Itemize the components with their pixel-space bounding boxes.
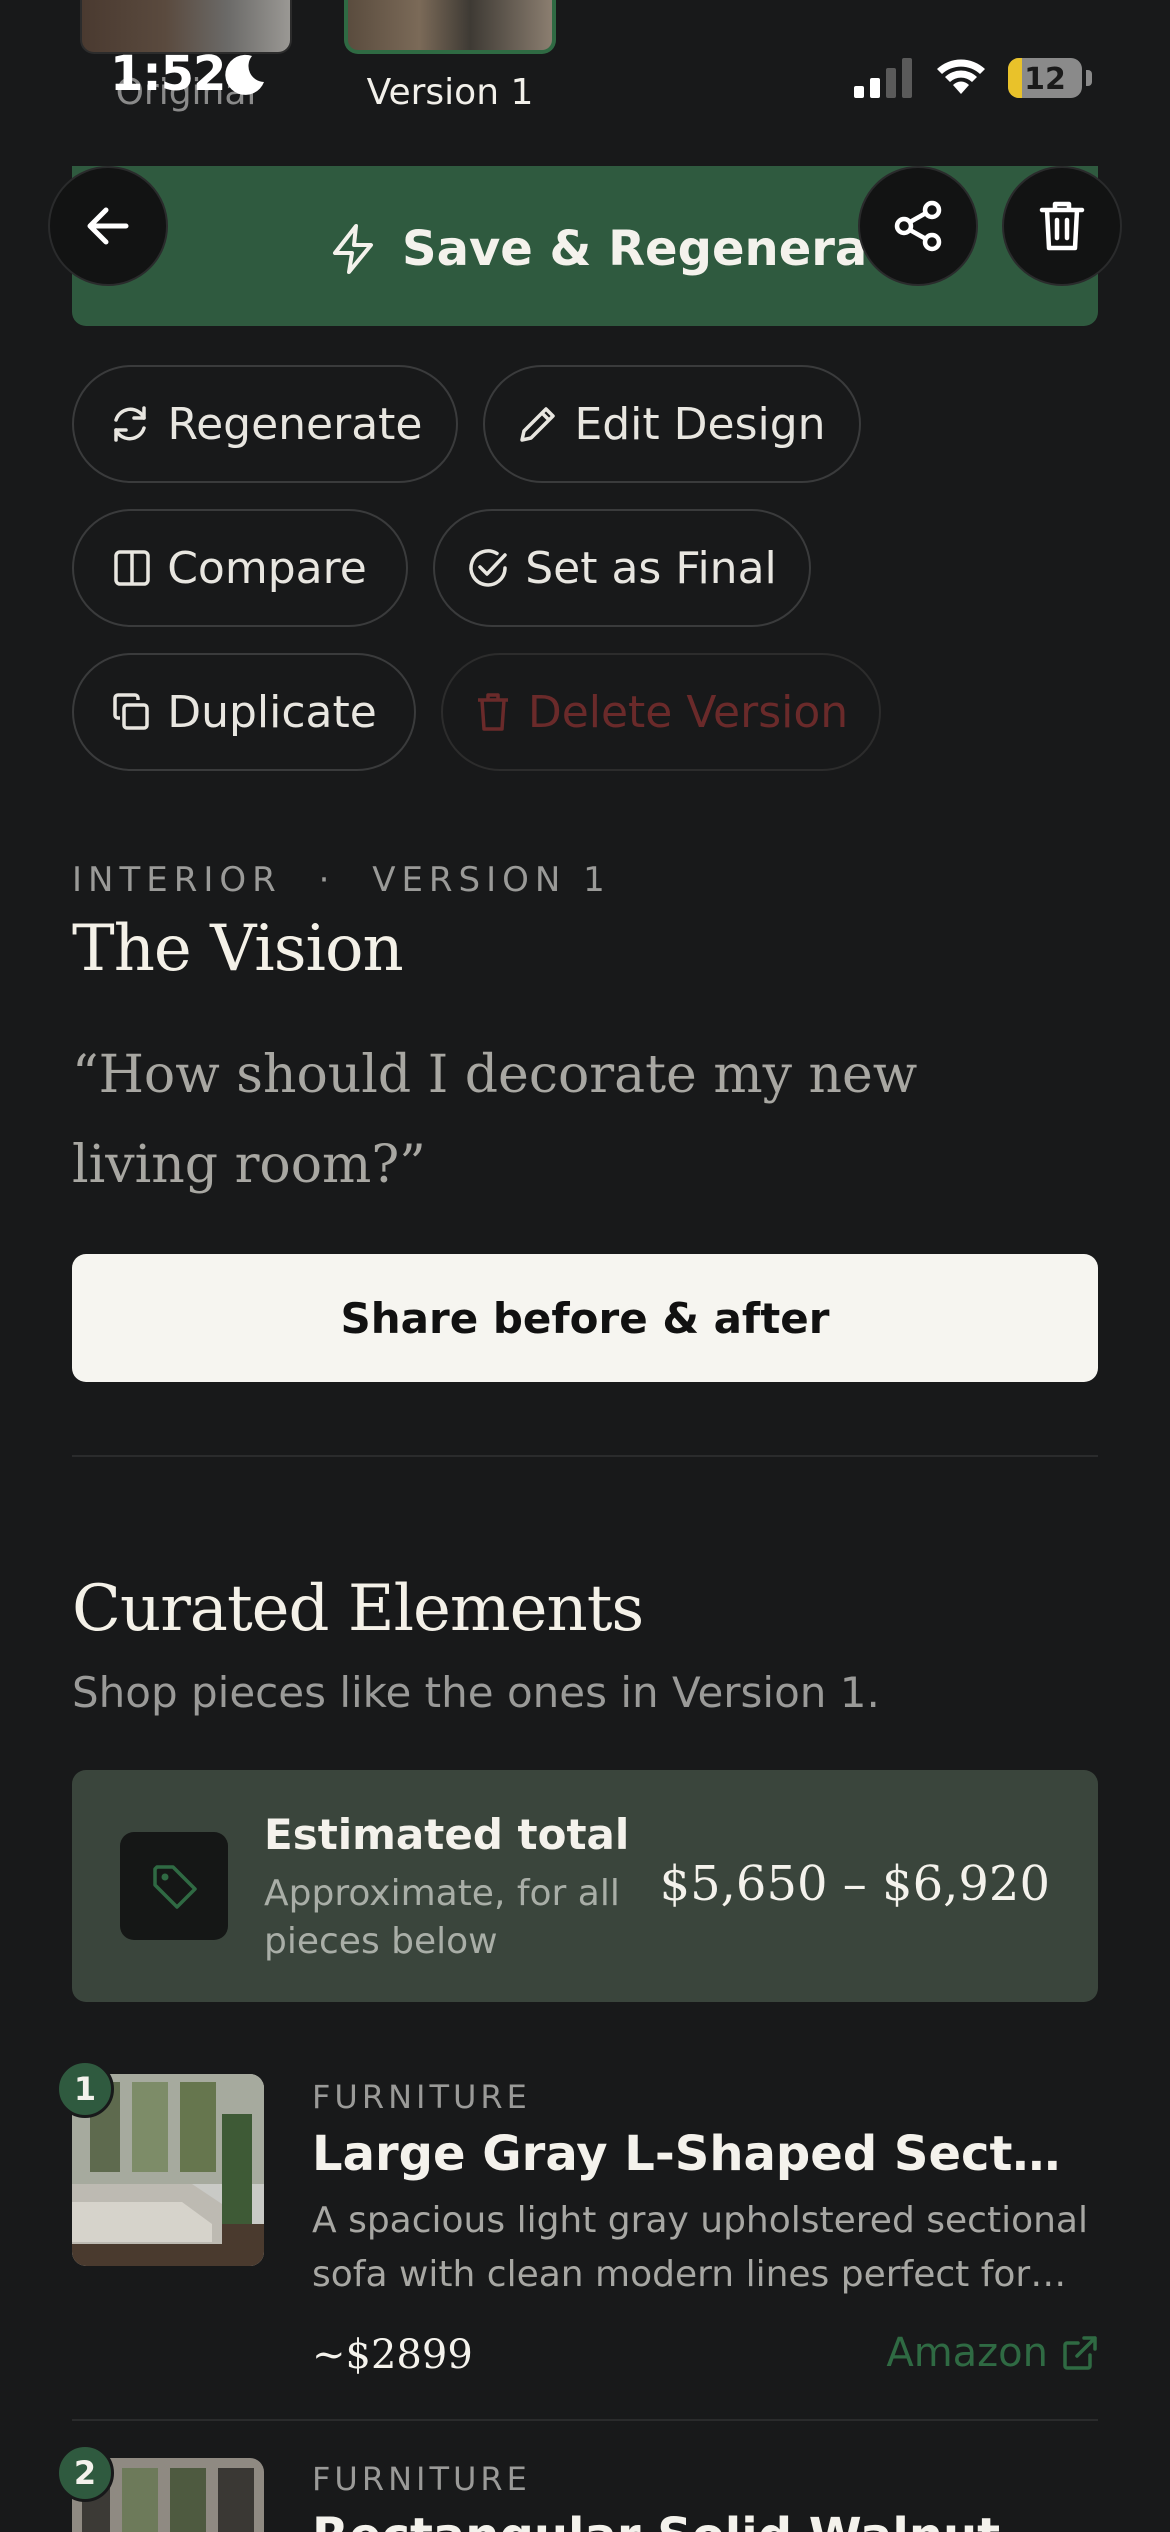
moon-icon — [225, 54, 264, 95]
product-index-badge: 1 — [56, 2060, 114, 2118]
regenerate-label: Regenerate — [167, 398, 423, 450]
compare-label: Compare — [167, 542, 367, 594]
share-before-after-button[interactable]: Share before & after — [72, 1254, 1098, 1382]
vision-meta: INTERIOR · VERSION 1 — [72, 860, 611, 900]
duplicate-button[interactable]: Duplicate — [72, 653, 416, 771]
section-divider — [72, 1455, 1098, 1457]
arrow-left-icon — [87, 207, 129, 245]
estimated-total-price: $5,650 – $6,920 — [659, 1856, 1050, 1912]
trash-icon — [1039, 201, 1085, 251]
vision-title: The Vision — [72, 912, 404, 986]
delete-version-button: Delete Version — [441, 653, 881, 771]
check-circle-icon — [469, 549, 507, 587]
compare-button[interactable]: Compare — [72, 509, 408, 627]
thumbnail-version-1[interactable] — [344, 0, 556, 54]
product-category: FURNITURE — [312, 2460, 531, 2498]
curated-title: Curated Elements — [72, 1572, 644, 1646]
save-regenerate-content[interactable]: Save & Regenerate — [330, 214, 923, 284]
back-button[interactable] — [48, 166, 168, 286]
vision-quote: “How should I decorate my new living roo… — [72, 1045, 918, 1195]
wifi-icon — [937, 59, 985, 94]
set-as-final-label: Set as Final — [525, 542, 777, 594]
set-as-final-button[interactable]: Set as Final — [433, 509, 811, 627]
save-regenerate-label: Save & Regenerate — [402, 221, 923, 277]
cellular-signal-icon — [854, 58, 912, 98]
estimated-total-title: Estimated total — [264, 1810, 630, 1859]
share-button[interactable] — [858, 166, 978, 286]
product-name[interactable]: Rectangular Solid Walnut Wood Coffee Tab… — [312, 2508, 1072, 2532]
lightning-icon — [333, 224, 373, 274]
columns-icon — [114, 550, 150, 586]
delete-button[interactable] — [1002, 166, 1122, 286]
meta-separator: · — [318, 860, 336, 900]
product-index-badge: 2 — [56, 2444, 114, 2502]
share-icon — [894, 200, 942, 252]
retailer-label: Amazon — [886, 2330, 1048, 2376]
battery-cap — [1086, 70, 1092, 86]
battery-indicator: 12 — [1008, 58, 1082, 98]
battery-level: 12 — [1024, 62, 1066, 97]
vision-version: VERSION 1 — [372, 860, 611, 900]
delete-version-label: Delete Version — [527, 686, 849, 738]
edit-design-button[interactable]: Edit Design — [483, 365, 861, 483]
product-name[interactable]: Large Gray L-Shaped Sectional Sofa — [312, 2126, 1072, 2182]
thumbnail-label-version-1: Version 1 — [366, 72, 534, 113]
retailer-link[interactable]: Amazon — [886, 2330, 1098, 2376]
refresh-icon — [113, 406, 146, 442]
external-link-icon — [1063, 2336, 1097, 2370]
vision-category: INTERIOR — [72, 860, 282, 900]
curated-subtitle: Shop pieces like the ones in Version 1. — [72, 1668, 880, 1717]
estimated-total-subtitle: Approximate, for all pieces below — [264, 1873, 620, 1962]
copy-icon — [113, 693, 149, 730]
product-description: A spacious light gray upholstered sectio… — [312, 2200, 1088, 2295]
tag-icon — [153, 1865, 197, 1909]
product-price: ~$2899 — [312, 2332, 473, 2378]
status-time: 1:52 — [110, 46, 226, 102]
product-category: FURNITURE — [312, 2078, 531, 2116]
tag-icon-box — [120, 1832, 228, 1940]
regenerate-button[interactable]: Regenerate — [72, 365, 458, 483]
pencil-icon — [520, 407, 556, 442]
edit-design-label: Edit Design — [574, 398, 826, 450]
duplicate-label: Duplicate — [167, 686, 377, 738]
row-divider — [72, 2419, 1098, 2421]
trash-icon — [477, 693, 508, 731]
